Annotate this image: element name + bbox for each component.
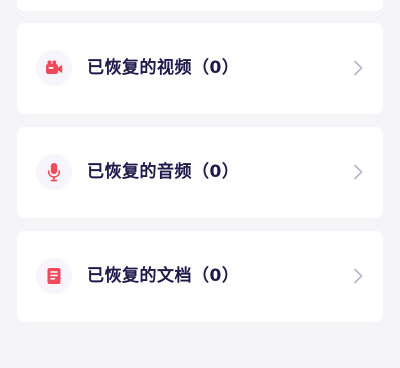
video-camera-icon <box>46 60 63 74</box>
audio-icon-container <box>36 154 72 190</box>
document-icon-container <box>36 258 72 294</box>
recovered-audio-item[interactable]: 已恢复的音频（0） <box>17 127 383 218</box>
recovered-videos-label: 已恢复的视频（0） <box>87 58 240 78</box>
recovered-documents-item[interactable]: 已恢复的文档（0） <box>17 231 383 322</box>
chevron-right-icon <box>349 163 367 181</box>
recovered-documents-label: 已恢复的文档（0） <box>87 266 240 286</box>
chevron-right-icon <box>349 59 367 77</box>
document-icon <box>47 268 61 284</box>
video-icon-container <box>36 50 72 86</box>
previous-card[interactable] <box>17 0 383 11</box>
recovered-audio-label: 已恢复的音频（0） <box>87 162 240 182</box>
recovered-videos-item[interactable]: 已恢复的视频（0） <box>17 23 383 114</box>
chevron-right-icon <box>349 267 367 285</box>
microphone-icon <box>47 163 61 182</box>
